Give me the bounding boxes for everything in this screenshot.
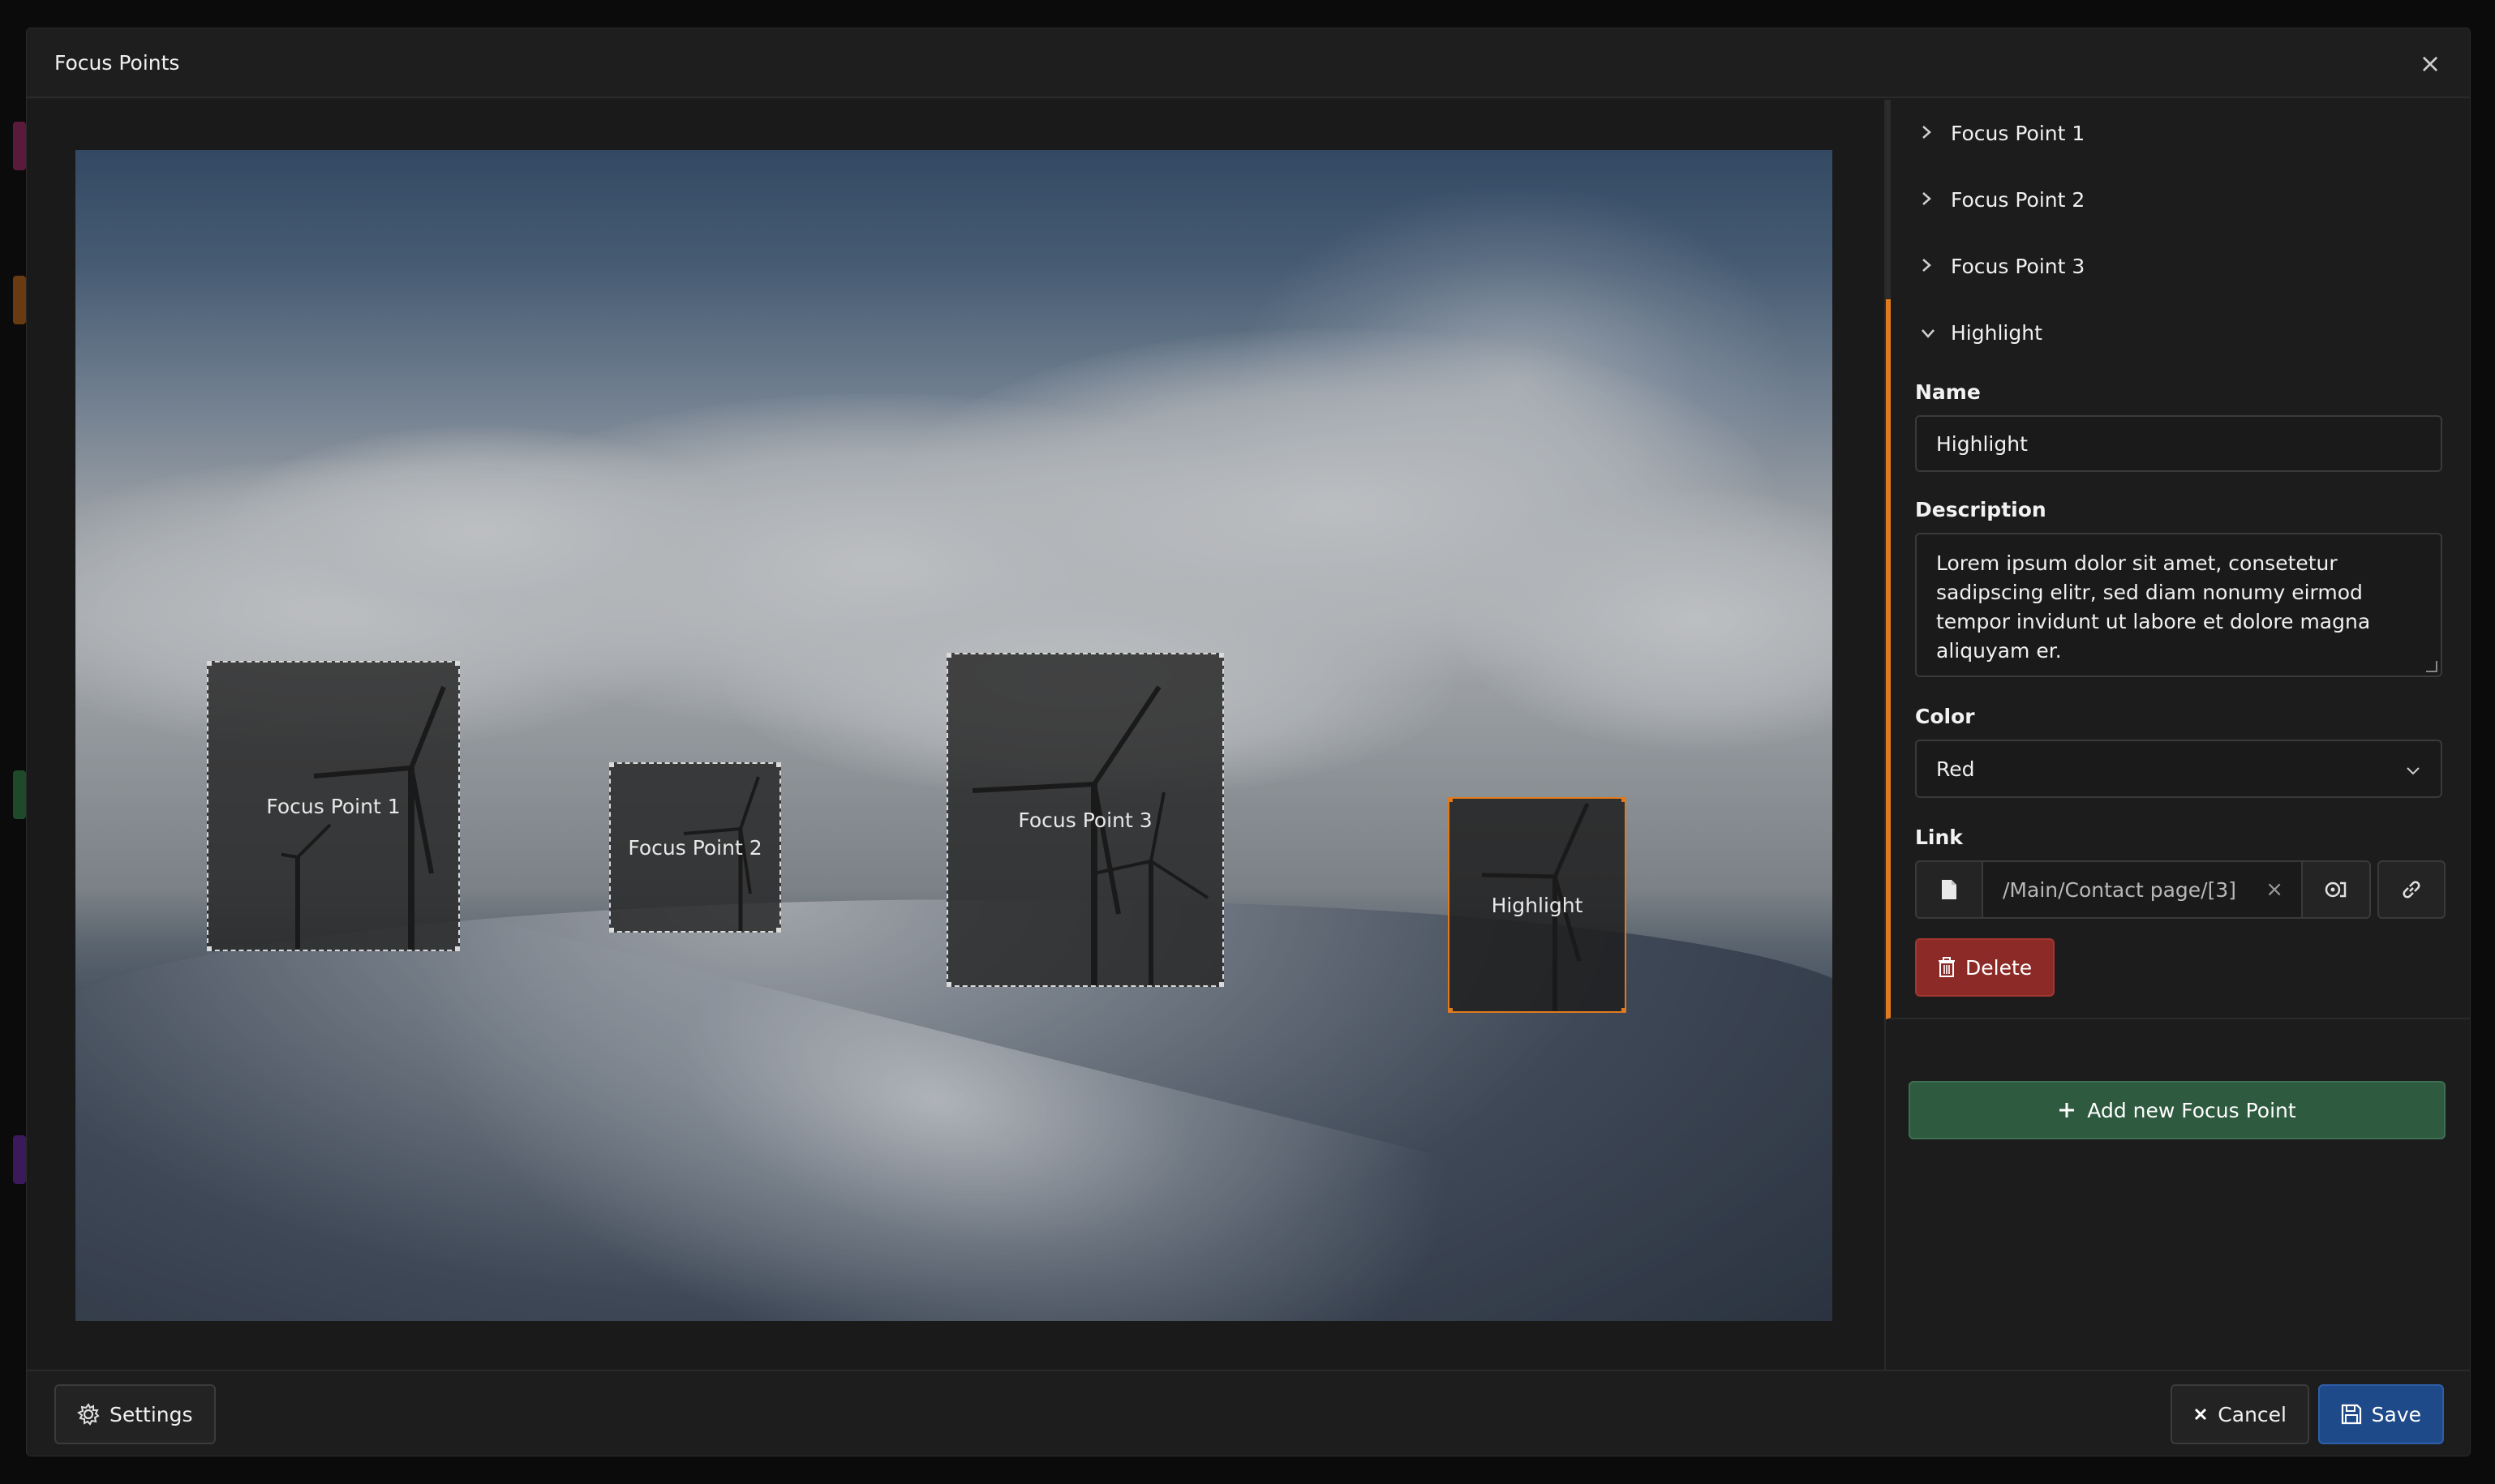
resize-handle[interactable] [1219,654,1222,658]
chevron-right-icon [1920,122,1939,145]
focus-point-label: Focus Point 1 [266,794,401,818]
accordion-section-highlight: Highlight Name Highlight Description Lor… [1886,299,2470,1019]
close-icon [2195,1408,2207,1421]
backdrop-decoration [13,1135,26,1184]
plus-icon [2059,1103,2075,1117]
resize-handle[interactable] [776,928,779,931]
backdrop-decoration [13,122,26,170]
accordion-item-focus-point-3[interactable]: Focus Point 3 [1886,233,2470,299]
resize-handle[interactable] [1621,1008,1625,1011]
focus-point-label: Focus Point 3 [1018,808,1153,832]
clear-link-icon[interactable]: × [2265,877,2283,902]
focus-point-box[interactable]: Focus Point 2 [609,762,781,933]
focus-point-box[interactable]: Focus Point 3 [947,653,1224,987]
focus-points-dialog: Focus Points × Focus Point 1 Focus Point… [26,28,2471,1456]
accordion-item-label: Focus Point 2 [1951,187,2085,212]
add-focus-point-button[interactable]: Add new Focus Point [1909,1081,2446,1139]
save-label: Save [2371,1402,2421,1426]
dialog-header: Focus Points × [27,28,2470,98]
resize-handle[interactable] [776,764,779,767]
chevron-down-icon [2405,757,2421,781]
resize-handle[interactable] [948,654,951,658]
resize-handle[interactable] [208,946,212,950]
accordion-item-label: Focus Point 3 [1951,254,2085,278]
resize-handle[interactable] [455,663,458,666]
name-field[interactable]: Highlight [1915,415,2442,472]
description-label: Description [1915,498,2046,521]
backdrop-decoration [13,276,26,324]
page-select-icon[interactable] [2303,862,2369,917]
save-icon [2341,1404,2361,1425]
image-canvas-area: Focus Point 1 Focus Point 2 Focus Point … [27,100,1884,1371]
dialog-footer: Settings Cancel Save [27,1370,2470,1456]
link-icon[interactable] [2377,860,2446,919]
name-label: Name [1915,380,1981,404]
description-field[interactable]: Lorem ipsum dolor sit amet, consetetur s… [1915,533,2442,677]
gear-icon [77,1403,100,1426]
backdrop-decoration [13,770,26,819]
focus-point-label: Highlight [1491,893,1583,917]
cancel-label: Cancel [2218,1402,2287,1426]
resize-handle[interactable] [948,982,951,985]
close-icon[interactable]: × [2416,48,2444,79]
trash-icon [1939,957,1955,977]
link-value-text: /Main/Contact page/[3] [2003,877,2237,902]
accordion-item-focus-point-2[interactable]: Focus Point 2 [1886,166,2470,233]
resize-handle[interactable] [611,764,614,767]
focus-point-label: Focus Point 2 [628,835,762,860]
settings-button[interactable]: Settings [54,1384,216,1444]
resize-handle[interactable] [455,946,458,950]
accordion-item-label: Focus Point 1 [1951,121,2085,145]
resize-handle[interactable] [1449,799,1453,802]
settings-label: Settings [110,1402,193,1426]
link-field-row: /Main/Contact page/[3] × [1915,860,2447,919]
color-select[interactable]: Red [1915,740,2442,798]
resize-grip-icon[interactable] [2426,661,2437,672]
dialog-title: Focus Points [54,50,180,75]
link-field: /Main/Contact page/[3] × [1915,860,2371,919]
accordion-item-label: Highlight [1951,320,2042,345]
description-text: Lorem ipsum dolor sit amet, consetetur s… [1936,551,2371,663]
cancel-button[interactable]: Cancel [2171,1384,2309,1444]
resize-handle[interactable] [208,663,212,666]
focus-point-box-active[interactable]: Highlight [1448,797,1626,1013]
focus-point-box[interactable]: Focus Point 1 [207,661,460,951]
file-icon [1917,862,1983,917]
color-select-value: Red [1936,757,1975,781]
chevron-right-icon [1920,188,1939,212]
link-input[interactable]: /Main/Contact page/[3] × [1983,862,2303,917]
landscape-image: Focus Point 1 Focus Point 2 Focus Point … [75,150,1832,1321]
resize-handle[interactable] [611,928,614,931]
color-label: Color [1915,705,1975,728]
focus-points-panel: Focus Point 1 Focus Point 2 Focus Point … [1884,100,2470,1371]
save-button[interactable]: Save [2317,1384,2444,1444]
resize-handle[interactable] [1449,1008,1453,1011]
resize-handle[interactable] [1219,982,1222,985]
chevron-right-icon [1920,255,1939,278]
accordion-item-focus-point-1[interactable]: Focus Point 1 [1886,100,2470,166]
accordion-item-highlight[interactable]: Highlight [1915,299,2447,366]
add-focus-point-label: Add new Focus Point [2087,1098,2296,1122]
delete-focus-point-button[interactable]: Delete [1915,938,2055,997]
chevron-down-icon [1920,321,1939,345]
resize-handle[interactable] [1621,799,1625,802]
link-label: Link [1915,826,1963,849]
delete-label: Delete [1965,955,2033,980]
